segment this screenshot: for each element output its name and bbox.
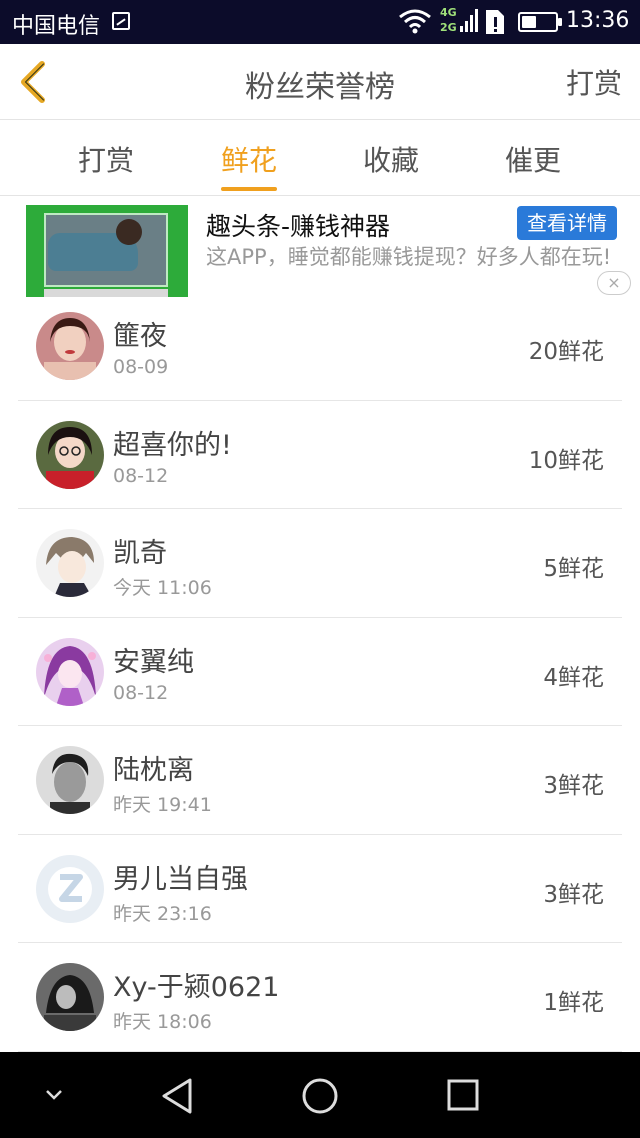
list-item[interactable]: 篚夜 08-09 20鲜花 bbox=[18, 292, 622, 401]
status-bar: 中国电信 4G 2G 13:36 bbox=[0, 0, 640, 44]
list-item[interactable]: Xy-于颍0621 昨天 18:06 1鲜花 bbox=[18, 943, 622, 1052]
list-item[interactable]: 凯奇 今天 11:06 5鲜花 bbox=[18, 509, 622, 618]
ad-banner[interactable]: 趣头条-赚钱神器 查看详情 这APP，睡觉都能赚钱提现？好多人都在玩! × bbox=[0, 197, 640, 303]
fan-time: 08-12 bbox=[113, 464, 169, 487]
fan-name: 陆枕离 bbox=[113, 755, 194, 786]
sim-card-alert-icon bbox=[486, 10, 504, 34]
ad-details-button[interactable]: 查看详情 bbox=[517, 206, 617, 240]
ad-image[interactable] bbox=[26, 205, 188, 297]
avatar[interactable] bbox=[36, 420, 104, 489]
fan-name: 超喜你的! bbox=[113, 429, 232, 461]
tab-flowers[interactable]: 鲜花 bbox=[189, 139, 309, 191]
tab-favorites[interactable]: 收藏 bbox=[331, 139, 451, 179]
avatar[interactable] bbox=[36, 637, 104, 706]
sim-status-icon bbox=[112, 12, 130, 30]
recents-square-icon[interactable] bbox=[446, 1078, 480, 1112]
fan-name: 安翼纯 bbox=[113, 646, 194, 678]
carrier-name: 中国电信 bbox=[12, 14, 101, 39]
fan-time: 昨天 19:41 bbox=[113, 794, 212, 816]
active-tab-indicator bbox=[221, 187, 277, 191]
tab-label: 收藏 bbox=[362, 144, 419, 177]
tab-reward[interactable]: 打赏 bbox=[46, 139, 166, 179]
tab-bar: 打赏 鲜花 收藏 催更 bbox=[0, 121, 640, 196]
fan-time: 08-12 bbox=[113, 681, 169, 704]
avatar[interactable] bbox=[36, 312, 104, 380]
tab-label: 鲜花 bbox=[220, 144, 277, 177]
ad-title[interactable]: 趣头条-赚钱神器 bbox=[206, 207, 390, 243]
battery-level-fill bbox=[522, 16, 537, 28]
page-title: 粉丝荣誉榜 bbox=[245, 70, 395, 105]
fan-name: 男儿当自强 bbox=[113, 863, 248, 895]
list-item[interactable]: 男儿当自强 昨天 23:16 3鲜花 bbox=[18, 835, 622, 943]
clock: 13:36 bbox=[566, 8, 630, 33]
fan-list: 篚夜 08-09 20鲜花 超喜你的! 08-12 10鲜花 凯奇 今天 11:… bbox=[18, 292, 622, 1052]
fan-time: 今天 11:06 bbox=[113, 577, 212, 599]
fan-name: 凯奇 bbox=[113, 538, 167, 569]
system-nav-bar bbox=[0, 1052, 640, 1138]
wifi-icon bbox=[399, 9, 431, 34]
collapse-chevron-icon[interactable] bbox=[44, 1088, 64, 1102]
avatar[interactable] bbox=[36, 529, 104, 597]
reward-button[interactable]: 打赏 bbox=[566, 62, 622, 102]
flower-count: 3鲜花 bbox=[543, 773, 604, 799]
list-item[interactable]: 超喜你的! 08-12 10鲜花 bbox=[18, 401, 622, 509]
header: 粉丝荣誉榜 打赏 bbox=[0, 44, 640, 120]
tab-urge-update[interactable]: 催更 bbox=[473, 139, 593, 179]
home-circle-icon[interactable] bbox=[300, 1076, 340, 1116]
flower-count: 3鲜花 bbox=[543, 881, 604, 908]
fan-name: Xy-于颍0621 bbox=[113, 972, 280, 1003]
flower-count: 1鲜花 bbox=[543, 990, 604, 1016]
list-item[interactable]: 陆枕离 昨天 19:41 3鲜花 bbox=[18, 726, 622, 835]
back-triangle-icon[interactable] bbox=[160, 1076, 196, 1116]
fan-time: 08-09 bbox=[113, 356, 169, 378]
fan-name: 篚夜 bbox=[113, 321, 167, 352]
signal-icon bbox=[460, 9, 478, 32]
flower-count: 5鲜花 bbox=[543, 556, 604, 582]
avatar[interactable] bbox=[36, 746, 104, 814]
list-item[interactable]: 安翼纯 08-12 4鲜花 bbox=[18, 618, 622, 726]
avatar[interactable] bbox=[36, 963, 104, 1031]
flower-count: 10鲜花 bbox=[528, 447, 604, 474]
battery-icon bbox=[518, 12, 562, 32]
tab-label: 催更 bbox=[504, 144, 561, 177]
ad-description[interactable]: 这APP，睡觉都能赚钱提现？好多人都在玩! bbox=[206, 243, 626, 271]
fan-time: 昨天 23:16 bbox=[113, 902, 212, 925]
flower-count: 20鲜花 bbox=[528, 339, 604, 365]
fan-time: 昨天 18:06 bbox=[113, 1011, 212, 1033]
avatar[interactable] bbox=[36, 854, 104, 923]
tab-label: 打赏 bbox=[77, 144, 134, 177]
ad-image-person bbox=[116, 219, 142, 245]
flower-count: 4鲜花 bbox=[543, 664, 604, 691]
